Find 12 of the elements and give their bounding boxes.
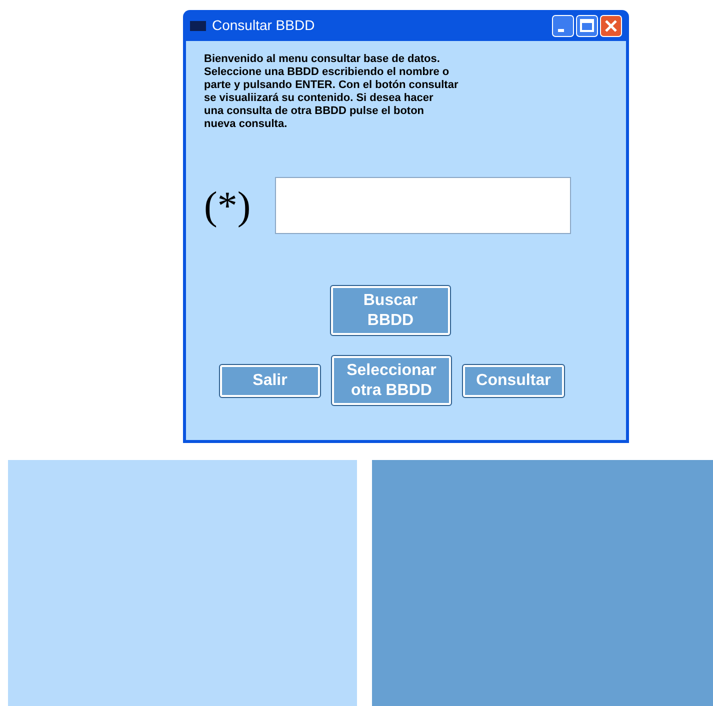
field-label: (*) — [204, 184, 252, 228]
close-icon[interactable] — [600, 14, 622, 36]
button[interactable]: Buscar BBDD — [330, 285, 451, 336]
maximize-icon[interactable] — [576, 14, 598, 36]
minimize-icon[interactable] — [552, 14, 574, 36]
app-icon — [190, 20, 206, 30]
button[interactable]: Consultar — [462, 364, 565, 398]
button[interactable]: Seleccionar otra BBDD — [331, 355, 452, 406]
window-title: Consultar BBDD — [212, 16, 316, 35]
button[interactable]: Salir — [219, 364, 321, 398]
instructions-text: Bienvenido al menu consultar base de datos. Seleccione una BBDD escribiendo el nombre o parte y pulsando ENTER. Con el botón consultar se visualiizará su contenido. Si desea hacer una consulta de otra BBDD pulse el boton nueva consulta. — [204, 53, 460, 131]
input-field[interactable] — [275, 177, 571, 234]
